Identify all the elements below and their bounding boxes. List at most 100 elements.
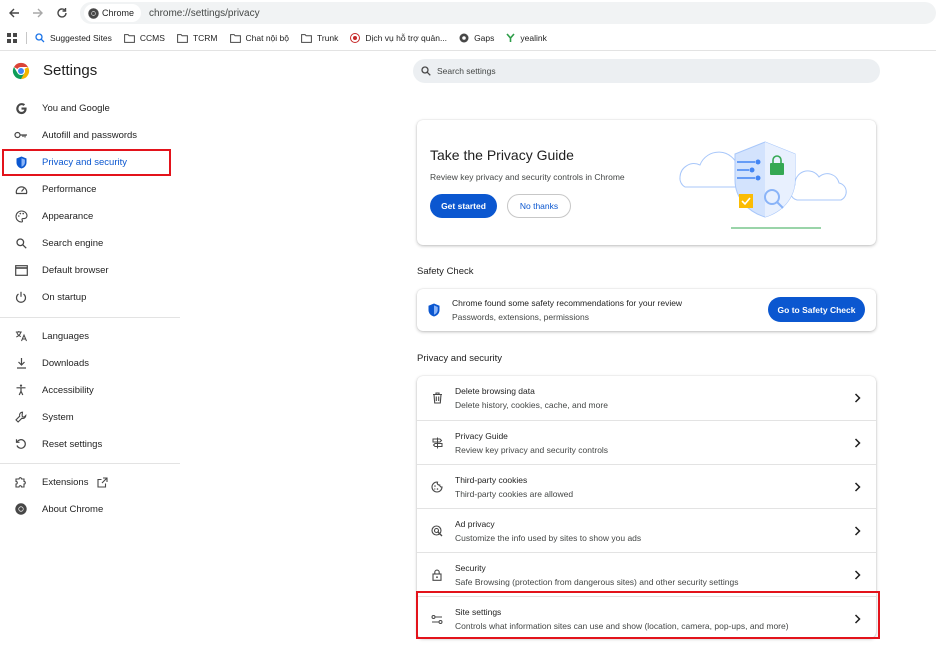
chevron-right-icon: [850, 524, 864, 538]
sidebar-item-languages[interactable]: Languages: [14, 325, 89, 347]
apps-button[interactable]: [7, 33, 22, 43]
sidebar-item-on-startup[interactable]: On startup: [14, 286, 86, 308]
chevron-right-icon: [850, 480, 864, 494]
key-icon: [14, 128, 28, 142]
sidebar-item-about-chrome[interactable]: About Chrome: [14, 498, 103, 520]
arrow-right-icon: [33, 8, 43, 18]
chrome-logo-icon: [12, 62, 30, 80]
shield-icon: [14, 155, 28, 169]
ad-privacy-icon: [430, 524, 444, 538]
folder-icon: [177, 33, 188, 43]
privacy-guide-title: Take the Privacy Guide: [430, 147, 574, 163]
safety-check-subtitle: Passwords, extensions, permissions: [452, 312, 590, 322]
sidebar-item-downloads[interactable]: Downloads: [14, 352, 89, 374]
bookmark-gaps[interactable]: Gaps: [459, 33, 494, 43]
chevron-right-icon: [850, 436, 864, 450]
row-ad-privacy[interactable]: Ad privacy Customize the info used by si…: [417, 508, 876, 552]
sidebar-item-performance[interactable]: Performance: [14, 178, 96, 200]
palette-icon: [14, 209, 28, 223]
cookie-icon: [430, 480, 444, 494]
apps-grid-icon: [7, 33, 17, 43]
site-chip-label: Chrome: [102, 8, 135, 18]
safety-check-title: Chrome found some safety recommendations…: [452, 298, 683, 308]
search-icon: [421, 66, 431, 76]
sidebar-separator: [0, 463, 180, 464]
site-chip[interactable]: Chrome: [84, 4, 142, 22]
browser-window-icon: [14, 263, 28, 277]
page-title: Settings: [43, 62, 98, 79]
chevron-right-icon: [850, 568, 864, 582]
speedometer-icon: [14, 182, 28, 196]
folder-icon: [301, 33, 312, 43]
signpost-icon: [430, 436, 444, 450]
sidebar-item-system[interactable]: System: [14, 406, 74, 428]
toolbar: Chrome chrome://settings/privacy: [0, 0, 936, 26]
back-button[interactable]: [5, 4, 23, 22]
trash-icon: [430, 391, 444, 405]
url-text[interactable]: chrome://settings/privacy: [149, 8, 260, 19]
lock-icon: [430, 568, 444, 582]
sidebar-item-privacy[interactable]: Privacy and security: [14, 151, 127, 173]
external-link-icon: [97, 476, 109, 488]
bookmarks-separator: [26, 32, 27, 44]
reload-button[interactable]: [53, 4, 71, 22]
yealink-favicon-icon: [506, 33, 515, 42]
sidebar-item-autofill[interactable]: Autofill and passwords: [14, 124, 137, 146]
bookmark-folder-tcrm[interactable]: TCRM: [177, 33, 218, 43]
bookmark-dich-vu[interactable]: Dịch vụ hỗ trợ quản...: [350, 33, 447, 43]
row-privacy-guide[interactable]: Privacy Guide Review key privacy and sec…: [417, 420, 876, 464]
privacy-security-heading: Privacy and security: [417, 353, 503, 364]
bookmarks-bar: Suggested Sites CCMS TCRM Chat nội bộ Tr…: [0, 27, 936, 49]
bookmark-folder-trunk[interactable]: Trunk: [301, 33, 338, 43]
reload-icon: [57, 8, 67, 18]
safety-check-heading: Safety Check: [417, 266, 474, 277]
accessibility-icon: [14, 383, 28, 397]
sidebar-item-appearance[interactable]: Appearance: [14, 205, 93, 227]
sidebar-item-search-engine[interactable]: Search engine: [14, 232, 103, 254]
search-settings[interactable]: [413, 59, 880, 83]
translate-icon: [14, 329, 28, 343]
safety-check-card: Chrome found some safety recommendations…: [417, 289, 876, 331]
go-to-safety-check-button[interactable]: Go to Safety Check: [768, 297, 865, 322]
forward-button[interactable]: [29, 4, 47, 22]
row-delete-browsing-data[interactable]: Delete browsing data Delete history, coo…: [417, 376, 876, 420]
puzzle-icon: [14, 475, 28, 489]
sidebar-item-you-and-google[interactable]: You and Google: [14, 97, 110, 119]
address-bar[interactable]: Chrome chrome://settings/privacy: [80, 2, 936, 24]
shield-check-icon: [428, 303, 440, 317]
search-input[interactable]: [437, 66, 857, 76]
gaps-favicon-icon: [459, 33, 469, 43]
sidebar-item-default-browser[interactable]: Default browser: [14, 259, 109, 281]
privacy-guide-description: Review key privacy and security controls…: [430, 172, 625, 182]
highlight-box-site-settings: [416, 591, 880, 639]
folder-icon: [229, 33, 241, 43]
privacy-guide-illustration: [679, 141, 847, 229]
bookmark-folder-ccms[interactable]: CCMS: [124, 33, 165, 43]
bookmark-suggested-sites[interactable]: Suggested Sites: [35, 33, 112, 43]
sidebar-item-reset[interactable]: Reset settings: [14, 433, 102, 455]
power-icon: [14, 290, 28, 304]
sidebar-item-accessibility[interactable]: Accessibility: [14, 379, 94, 401]
privacy-guide-card: Take the Privacy Guide Review key privac…: [417, 120, 876, 245]
suggested-sites-icon: [35, 33, 45, 43]
chevron-right-icon: [850, 391, 864, 405]
reset-icon: [14, 437, 28, 451]
toolbar-divider: [0, 50, 936, 51]
search-icon: [14, 236, 28, 250]
get-started-button[interactable]: Get started: [430, 194, 497, 218]
google-icon: [14, 101, 28, 115]
site-favicon-icon: [350, 33, 361, 43]
no-thanks-button[interactable]: No thanks: [507, 194, 571, 218]
chrome-icon: [14, 502, 28, 516]
download-icon: [14, 356, 28, 370]
bookmark-yealink[interactable]: yealink: [506, 33, 547, 43]
bookmark-folder-chat[interactable]: Chat nội bộ: [229, 33, 289, 43]
row-security[interactable]: Security Safe Browsing (protection from …: [417, 552, 876, 596]
row-third-party-cookies[interactable]: Third-party cookies Third-party cookies …: [417, 464, 876, 508]
sidebar-separator: [0, 317, 180, 318]
folder-icon: [124, 33, 135, 43]
chrome-icon: [88, 7, 99, 19]
sidebar-item-extensions[interactable]: Extensions: [14, 471, 109, 493]
arrow-left-icon: [9, 8, 19, 18]
wrench-icon: [14, 410, 28, 424]
